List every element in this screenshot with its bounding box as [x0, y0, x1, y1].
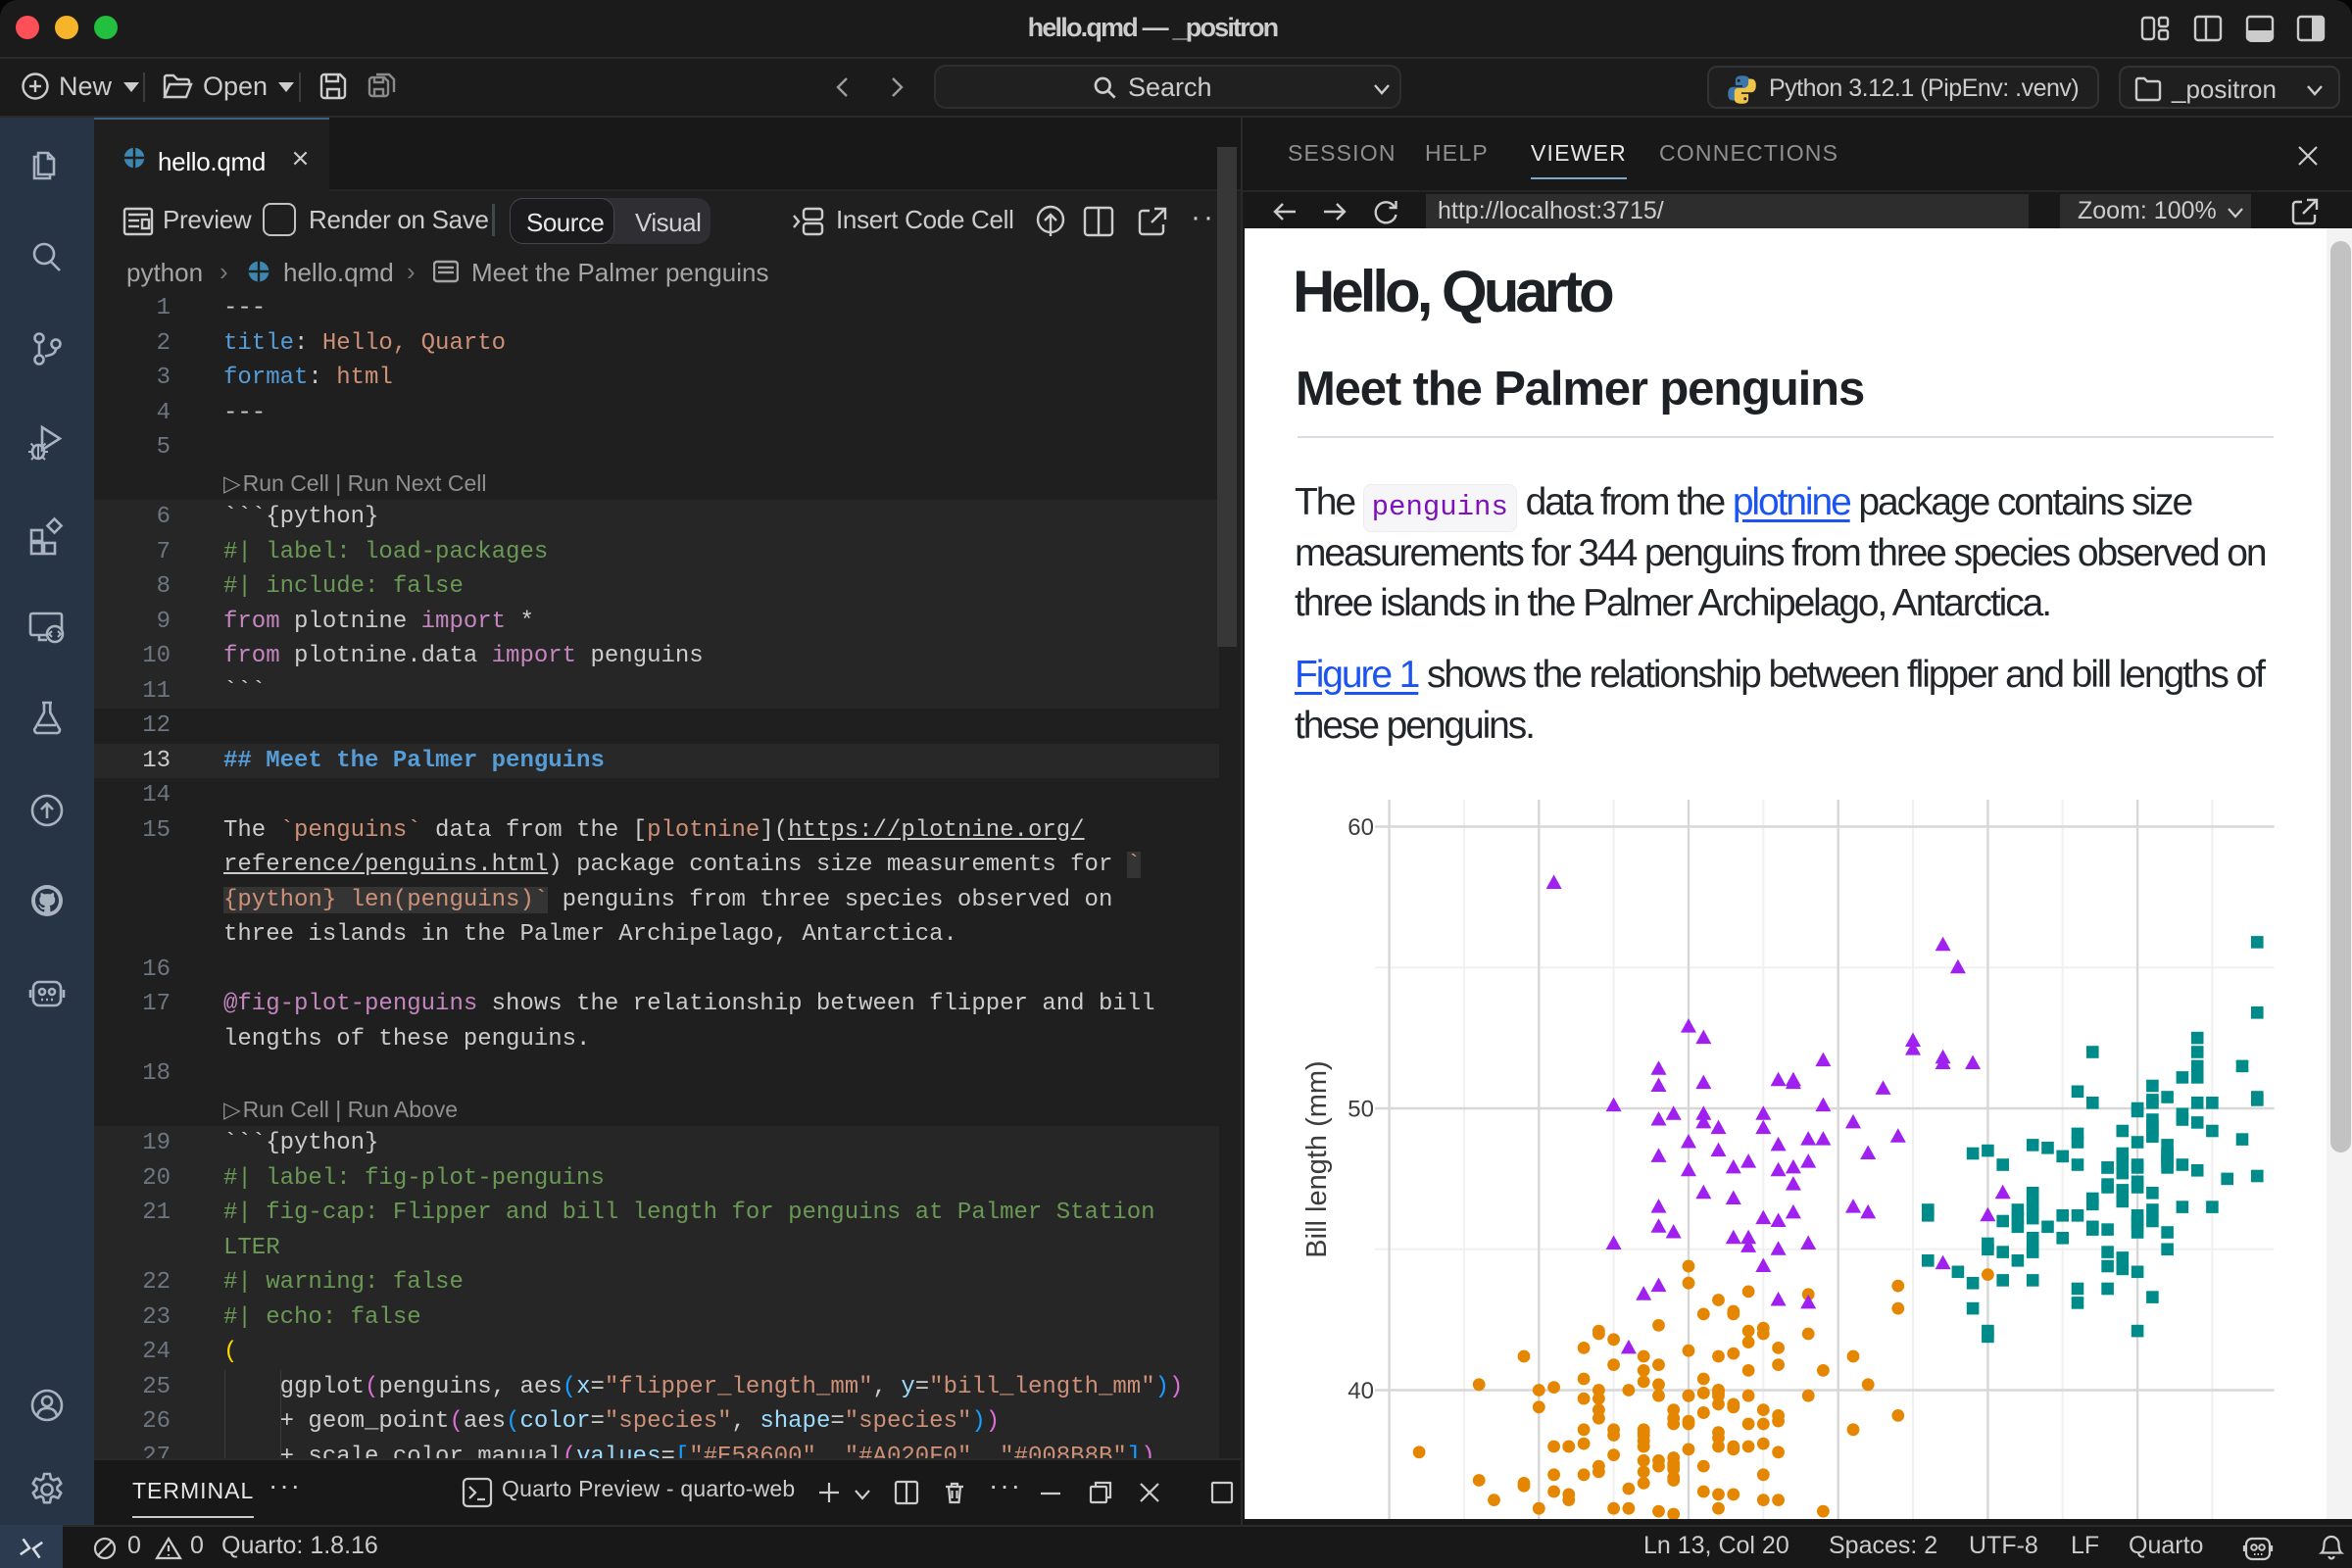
- svg-text:Bill length (mm): Bill length (mm): [1301, 1060, 1333, 1257]
- svg-text:50: 50: [1348, 1097, 1374, 1123]
- svg-text:40: 40: [1348, 1378, 1374, 1404]
- svg-text:60: 60: [1348, 814, 1374, 841]
